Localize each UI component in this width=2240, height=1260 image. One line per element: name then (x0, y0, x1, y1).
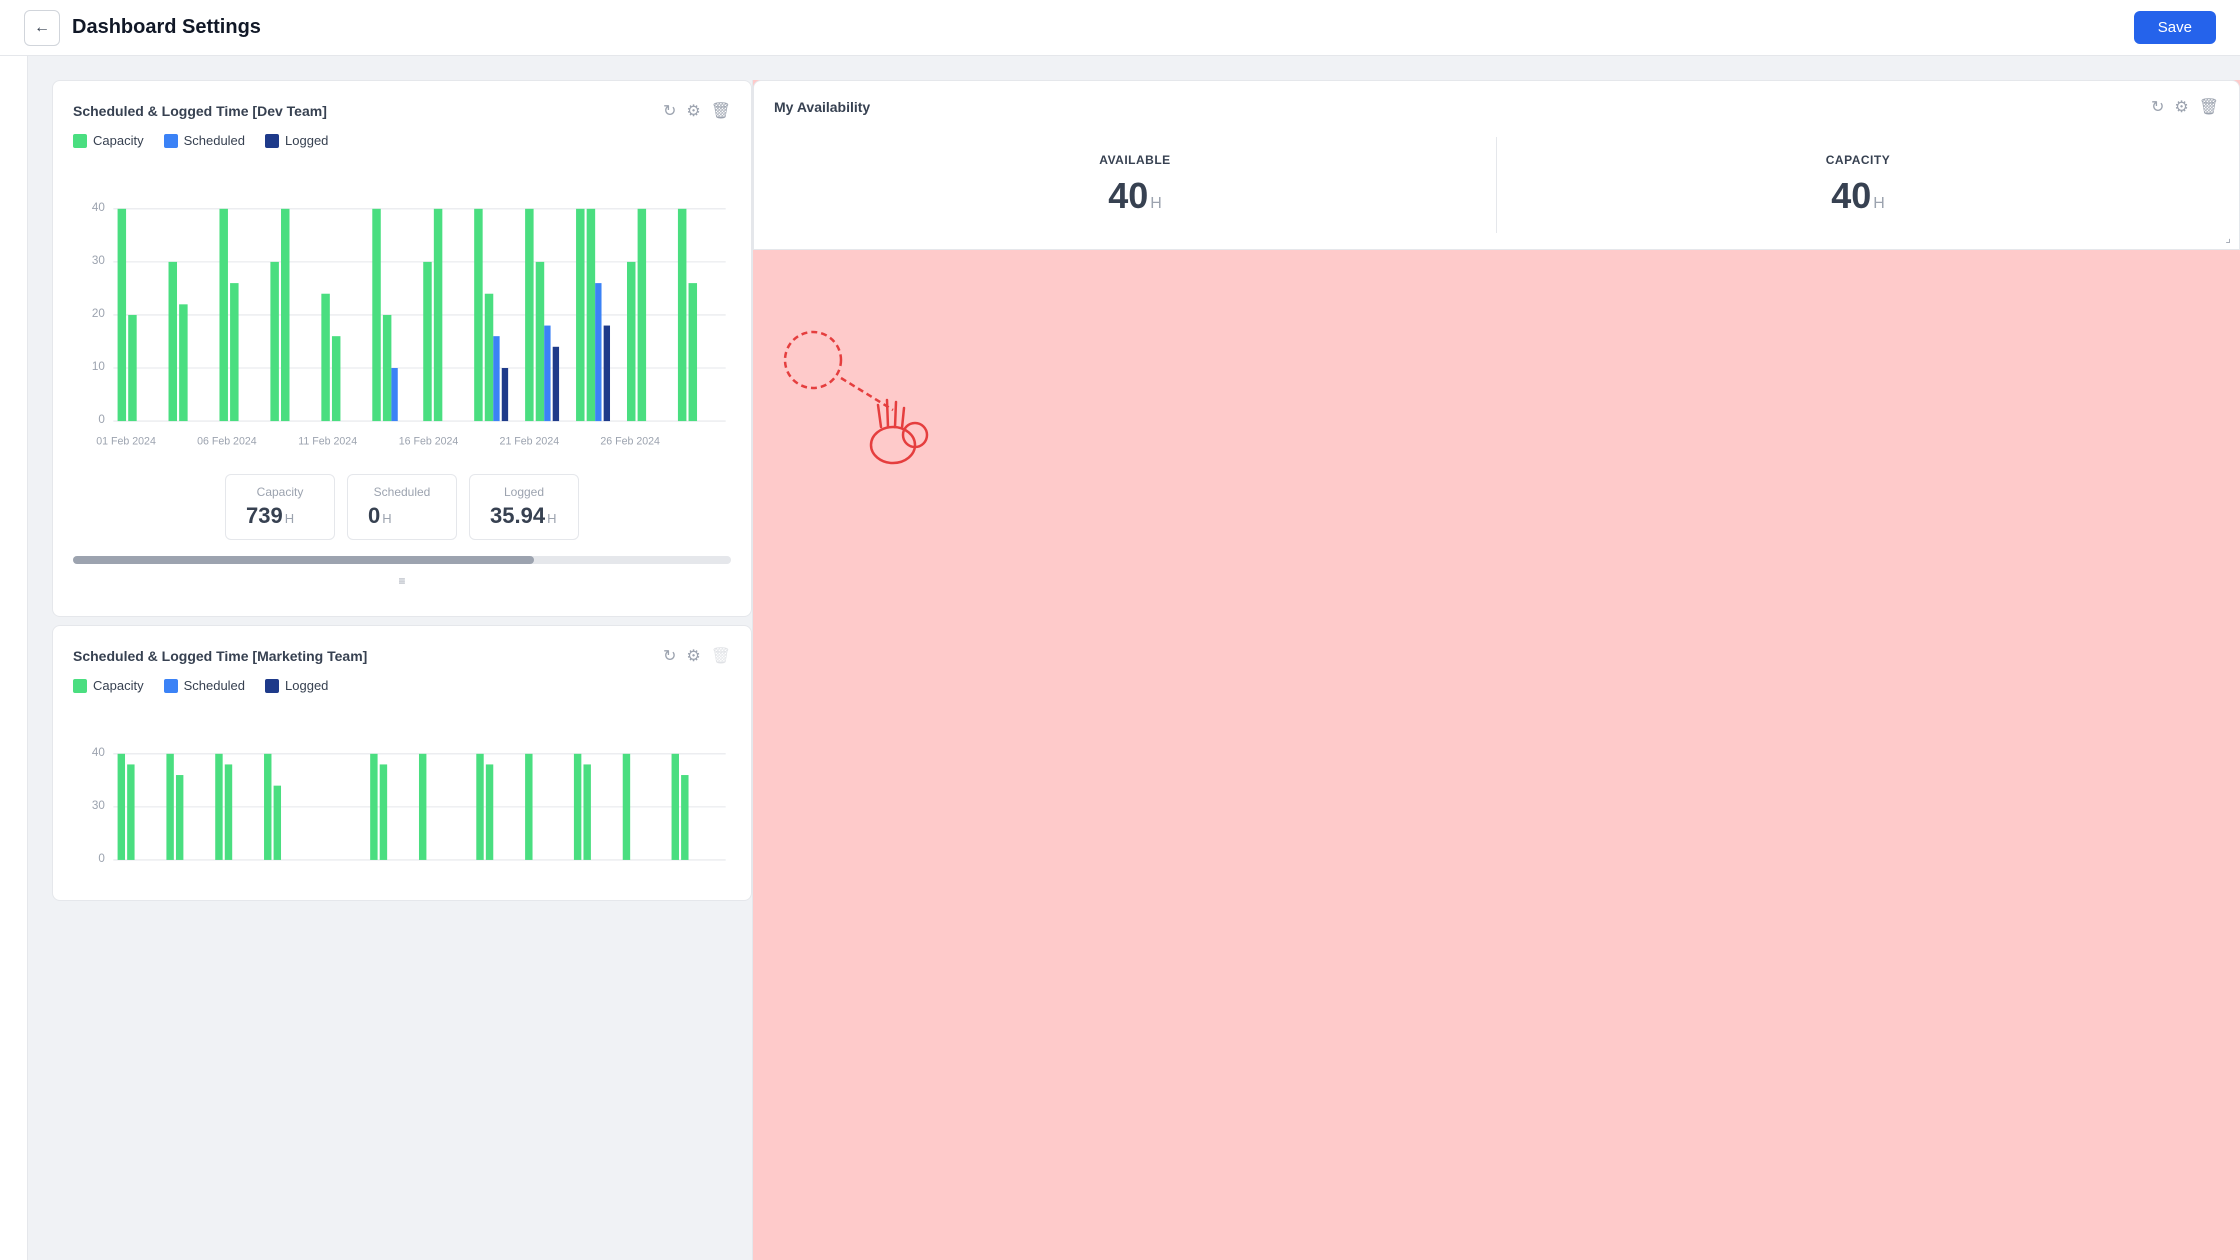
back-icon: ← (34, 19, 50, 37)
legend-logged-2: Logged (265, 678, 328, 693)
svg-text:11 Feb 2024: 11 Feb 2024 (298, 435, 357, 447)
dashboard-area: Scheduled & Logged Time [Dev Team] ↻ ⚙ 🗑… (28, 56, 2240, 1260)
scheduled-dot-1 (164, 134, 178, 148)
availability-stats: AVAILABLE 40 H CAPACITY 40 H (774, 137, 2219, 233)
chart-1-stats: Capacity 739 H Scheduled 0 H (73, 462, 731, 552)
refresh-icon-2[interactable]: ↻ (663, 646, 676, 666)
scroll-track-1[interactable] (73, 556, 731, 564)
top-bar: ← Dashboard Settings Save (0, 0, 2240, 56)
svg-text:26 Feb 2024: 26 Feb 2024 (600, 435, 660, 447)
scheduled-label-1: Scheduled (184, 133, 245, 148)
stat-logged-label-1: Logged (490, 485, 558, 499)
svg-text:06 Feb 2024: 06 Feb 2024 (197, 435, 257, 447)
svg-text:20: 20 (92, 307, 105, 320)
refresh-icon-1[interactable]: ↻ (663, 101, 676, 121)
chart-1-actions: ↻ ⚙ 🗑 (663, 101, 731, 121)
svg-text:30: 30 (92, 254, 105, 267)
chart-card-1-header: Scheduled & Logged Time [Dev Team] ↻ ⚙ 🗑 (73, 101, 731, 121)
avail-available-label: AVAILABLE (790, 153, 1480, 167)
legend-capacity-2: Capacity (73, 678, 144, 693)
scheduled-label-2: Scheduled (184, 678, 245, 693)
stat-capacity-value-1: 739 H (246, 503, 314, 529)
resize-corner[interactable]: ⌟ (2225, 231, 2231, 245)
left-column: Scheduled & Logged Time [Dev Team] ↻ ⚙ 🗑… (52, 80, 752, 1260)
avail-capacity-label: CAPACITY (1513, 153, 2203, 167)
legend-scheduled-1: Scheduled (164, 133, 245, 148)
svg-text:40: 40 (92, 746, 105, 759)
logged-label-1: Logged (285, 133, 328, 148)
chart-2-title: Scheduled & Logged Time [Marketing Team] (73, 648, 367, 664)
page-title: Dashboard Settings (72, 16, 261, 39)
svg-text:30: 30 (92, 799, 105, 812)
svg-text:21 Feb 2024: 21 Feb 2024 (500, 435, 560, 447)
chart-2-container: 0 30 40 (73, 705, 731, 880)
availability-card: My Availability ↻ ⚙ 🗑 AVAILABLE 40 (753, 80, 2240, 250)
svg-text:10: 10 (92, 360, 105, 373)
logged-label-2: Logged (285, 678, 328, 693)
avail-stat-available: AVAILABLE 40 H (774, 137, 1497, 233)
avail-capacity-value: 40 H (1513, 175, 2203, 217)
stat-scheduled-1: Scheduled 0 H (347, 474, 457, 540)
delete-icon-avail[interactable]: 🗑 (2199, 97, 2219, 117)
delete-icon-2[interactable]: 🗑 (711, 646, 731, 666)
chart-card-1: Scheduled & Logged Time [Dev Team] ↻ ⚙ 🗑… (52, 80, 752, 617)
capacity-label-1: Capacity (93, 133, 144, 148)
logged-dot-1 (265, 134, 279, 148)
drag-cursor-annotation (763, 300, 963, 480)
chart-card-2: Scheduled & Logged Time [Marketing Team]… (52, 625, 752, 901)
capacity-dot-2 (73, 679, 87, 693)
stat-capacity-label-1: Capacity (246, 485, 314, 499)
stat-logged-value-1: 35.94 H (490, 503, 558, 529)
chart-2-legend: Capacity Scheduled Logged (73, 678, 731, 693)
chart-card-2-header: Scheduled & Logged Time [Marketing Team]… (73, 646, 731, 666)
avail-available-value: 40 H (790, 175, 1480, 217)
left-sidebar (0, 56, 28, 1260)
svg-text:0: 0 (98, 852, 105, 865)
resize-handle-1[interactable]: ≡ (73, 572, 731, 596)
delete-icon-1[interactable]: 🗑 (711, 101, 731, 121)
right-column: My Availability ↻ ⚙ 🗑 AVAILABLE 40 (752, 80, 2240, 1260)
chart-1-container: 0 10 20 30 40 (73, 160, 731, 462)
availability-header: My Availability ↻ ⚙ 🗑 (774, 97, 2219, 117)
settings-icon-1[interactable]: ⚙ (686, 101, 700, 121)
legend-logged-1: Logged (265, 133, 328, 148)
stat-capacity-1: Capacity 739 H (225, 474, 335, 540)
svg-text:16 Feb 2024: 16 Feb 2024 (399, 435, 459, 447)
legend-scheduled-2: Scheduled (164, 678, 245, 693)
save-button[interactable]: Save (2134, 11, 2216, 44)
chart-1-title: Scheduled & Logged Time [Dev Team] (73, 103, 327, 119)
svg-text:0: 0 (98, 413, 105, 426)
chart-1-legend: Capacity Scheduled Logged (73, 133, 731, 148)
stat-logged-1: Logged 35.94 H (469, 474, 579, 540)
chart-2-svg: 0 30 40 (73, 705, 731, 875)
capacity-dot-1 (73, 134, 87, 148)
scroll-thumb-1[interactable] (73, 556, 534, 564)
top-bar-left: ← Dashboard Settings (24, 10, 261, 46)
chart-2-actions: ↻ ⚙ 🗑 (663, 646, 731, 666)
avail-stat-capacity: CAPACITY 40 H (1497, 137, 2219, 233)
legend-capacity-1: Capacity (73, 133, 144, 148)
scheduled-dot-2 (164, 679, 178, 693)
stat-scheduled-value-1: 0 H (368, 503, 436, 529)
refresh-icon-avail[interactable]: ↻ (2151, 97, 2164, 117)
main-content: Scheduled & Logged Time [Dev Team] ↻ ⚙ 🗑… (0, 56, 2240, 1260)
availability-actions: ↻ ⚙ 🗑 (2151, 97, 2219, 117)
logged-dot-2 (265, 679, 279, 693)
availability-title: My Availability (774, 99, 870, 115)
chart-1-svg: 0 10 20 30 40 (73, 160, 731, 457)
svg-text:40: 40 (92, 201, 105, 214)
capacity-label-2: Capacity (93, 678, 144, 693)
settings-icon-avail[interactable]: ⚙ (2174, 97, 2188, 117)
settings-icon-2[interactable]: ⚙ (686, 646, 700, 666)
svg-text:01 Feb 2024: 01 Feb 2024 (96, 435, 156, 447)
stat-scheduled-label-1: Scheduled (368, 485, 436, 499)
back-button[interactable]: ← (24, 10, 60, 46)
drag-zone[interactable]: My Availability ↻ ⚙ 🗑 AVAILABLE 40 (752, 80, 2240, 1260)
